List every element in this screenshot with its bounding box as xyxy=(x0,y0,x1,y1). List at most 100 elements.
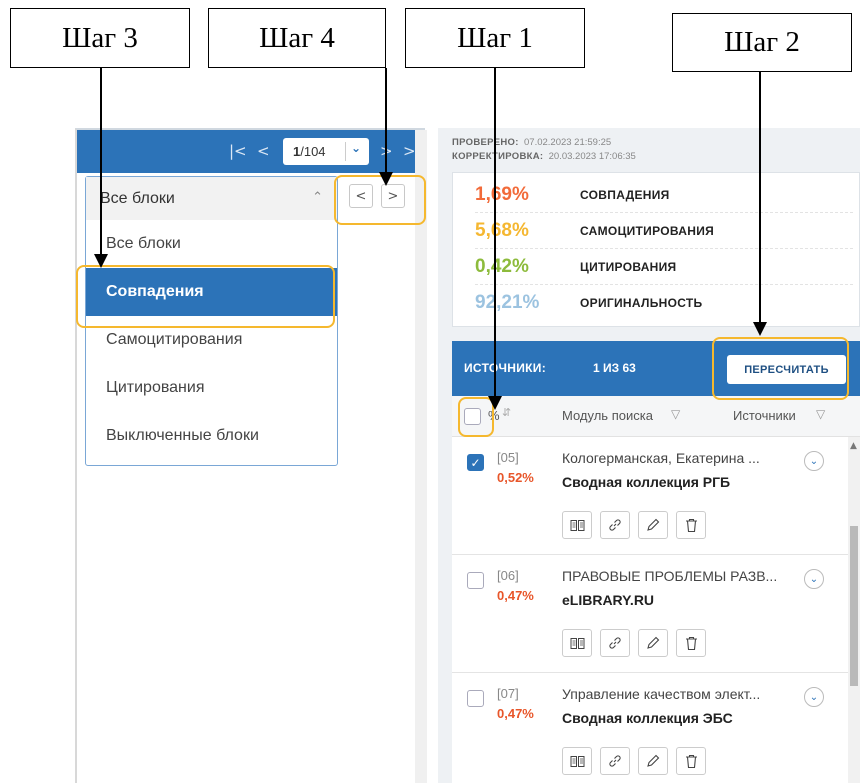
source-index: [05] xyxy=(497,450,519,465)
check-info: ПРОВЕРЕНО: 07.02.2023 21:59:25 КОРРЕКТИР… xyxy=(452,136,636,164)
stats-card: 1,69% СОВПАДЕНИЯ 5,68% САМОЦИТИРОВАНИЯ 0… xyxy=(452,172,860,327)
block-navigation: < > xyxy=(349,184,405,208)
document-viewer-panel: |< < 1 /104 ⌄ > >| Все блоки ⌃ Все блоки… xyxy=(75,128,427,783)
link-icon[interactable] xyxy=(600,747,630,775)
chevron-up-icon: ⌃ xyxy=(312,189,323,204)
sources-count: 1 ИЗ 63 xyxy=(593,361,636,375)
stat-label: ЦИТИРОВАНИЯ xyxy=(580,260,677,274)
sources-scrollbar[interactable]: ▲ xyxy=(848,437,860,783)
stat-value: 1,69% xyxy=(475,184,529,205)
pencil-icon[interactable] xyxy=(638,629,668,657)
column-search-module: Модуль поиска xyxy=(562,408,653,423)
report-panel: ПРОВЕРЕНО: 07.02.2023 21:59:25 КОРРЕКТИР… xyxy=(438,128,860,783)
step-2-arrow xyxy=(759,72,761,324)
stat-citations: 0,42% ЦИТИРОВАНИЯ xyxy=(453,249,860,285)
first-page-icon[interactable]: |< xyxy=(229,142,247,160)
filter-icon[interactable]: ▽ xyxy=(816,407,825,421)
source-collection: Сводная коллекция ЭБС xyxy=(562,710,733,726)
step-1-label: Шаг 1 xyxy=(405,8,585,68)
filter-icon[interactable]: ▽ xyxy=(671,407,680,421)
column-percent[interactable]: % xyxy=(488,408,500,423)
source-percent: 0,47% xyxy=(497,706,534,721)
block-option-all[interactable]: Все блоки xyxy=(86,220,337,268)
source-index: [07] xyxy=(497,686,519,701)
source-percent: 0,47% xyxy=(497,588,534,603)
source-checkbox[interactable] xyxy=(467,572,484,589)
chevron-down-icon[interactable]: ⌄ xyxy=(351,141,361,155)
sort-icon[interactable]: ⇵ xyxy=(502,406,511,419)
trash-icon[interactable] xyxy=(676,511,706,539)
source-checkbox[interactable]: ✓ xyxy=(467,454,484,471)
trash-icon[interactable] xyxy=(676,629,706,657)
source-index: [06] xyxy=(497,568,519,583)
step-3-arrowhead xyxy=(94,254,108,268)
block-filter-dropdown[interactable]: Все блоки ⌃ Все блоки Совпадения Самоцит… xyxy=(85,176,338,466)
pencil-icon[interactable] xyxy=(638,747,668,775)
page-current: 1 xyxy=(293,144,301,159)
pencil-icon[interactable] xyxy=(638,511,668,539)
checked-value: 07.02.2023 21:59:25 xyxy=(524,137,612,148)
prev-page-icon[interactable]: < xyxy=(257,142,270,160)
page-toolbar: |< < 1 /104 ⌄ > >| xyxy=(77,130,427,173)
scroll-up-icon[interactable]: ▲ xyxy=(850,441,857,451)
link-icon[interactable] xyxy=(600,629,630,657)
book-icon[interactable] xyxy=(562,511,592,539)
block-option-disabled[interactable]: Выключенные блоки xyxy=(86,412,337,460)
expand-icon[interactable]: ⌄ xyxy=(804,687,824,707)
source-collection: eLIBRARY.RU xyxy=(562,592,655,608)
block-filter-selected[interactable]: Все блоки ⌃ xyxy=(86,177,337,220)
source-item[interactable]: ✓ [05] 0,52% Кологерманская, Екатерина .… xyxy=(452,437,848,555)
block-option-citations[interactable]: Цитирования xyxy=(86,364,337,412)
step-3-arrow xyxy=(100,68,102,254)
sources-list: ✓ [05] 0,52% Кологерманская, Екатерина .… xyxy=(452,437,848,783)
stat-value: 5,68% xyxy=(475,220,529,241)
source-name[interactable]: Управление качеством элект... xyxy=(562,686,797,702)
page-total: /104 xyxy=(300,144,326,159)
source-percent: 0,52% xyxy=(497,470,534,485)
stat-value: 92,21% xyxy=(475,292,540,313)
expand-icon[interactable]: ⌄ xyxy=(804,451,824,471)
expand-icon[interactable]: ⌄ xyxy=(804,569,824,589)
stat-value: 0,42% xyxy=(475,256,529,277)
block-filter-selected-label: Все блоки xyxy=(100,189,175,207)
source-checkbox[interactable] xyxy=(467,690,484,707)
sources-title: ИСТОЧНИКИ: xyxy=(464,361,547,375)
sources-column-header: % ⇵ Модуль поиска ▽ Источники ▽ xyxy=(452,396,860,437)
page-selector[interactable]: 1 /104 ⌄ xyxy=(283,138,369,165)
chevron-left-icon[interactable]: < xyxy=(349,184,373,208)
scroll-thumb[interactable] xyxy=(850,526,858,686)
step-1-arrow xyxy=(494,68,496,398)
stat-label: СОВПАДЕНИЯ xyxy=(580,188,670,202)
page-selector-divider xyxy=(345,142,346,161)
step-4-arrowhead xyxy=(379,172,393,186)
step-1-arrowhead xyxy=(488,396,502,410)
source-item[interactable]: [06] 0,47% ПРАВОВЫЕ ПРОБЛЕМЫ РАЗВ... eLI… xyxy=(452,555,848,673)
block-option-self-citations[interactable]: Самоцитирования xyxy=(86,316,337,364)
corrected-label: КОРРЕКТИРОВКА: xyxy=(452,151,544,162)
stat-self-citations: 5,68% САМОЦИТИРОВАНИЯ xyxy=(453,213,860,249)
stat-matches: 1,69% СОВПАДЕНИЯ xyxy=(453,177,860,213)
corrected-value: 20.03.2023 17:06:35 xyxy=(548,151,636,162)
source-item[interactable]: [07] 0,47% Управление качеством элект...… xyxy=(452,673,848,783)
stat-label: САМОЦИТИРОВАНИЯ xyxy=(580,224,715,238)
checked-label: ПРОВЕРЕНО: xyxy=(452,137,519,148)
stat-originality: 92,21% ОРИГИНАЛЬНОСТЬ xyxy=(453,285,860,321)
link-icon[interactable] xyxy=(600,511,630,539)
book-icon[interactable] xyxy=(562,629,592,657)
book-icon[interactable] xyxy=(562,747,592,775)
step-2-label: Шаг 2 xyxy=(672,13,852,72)
select-all-checkbox[interactable] xyxy=(464,408,481,425)
step-3-label: Шаг 3 xyxy=(10,8,190,68)
block-option-matches[interactable]: Совпадения xyxy=(86,268,337,316)
stat-label: ОРИГИНАЛЬНОСТЬ xyxy=(580,296,703,310)
panel-divider xyxy=(415,130,427,783)
step-2-arrowhead xyxy=(753,322,767,336)
chevron-right-icon[interactable]: > xyxy=(381,184,405,208)
step-4-label: Шаг 4 xyxy=(208,8,386,68)
trash-icon[interactable] xyxy=(676,747,706,775)
source-collection: Сводная коллекция РГБ xyxy=(562,474,731,490)
recalculate-button[interactable]: ПЕРЕСЧИТАТЬ xyxy=(727,355,846,384)
column-sources: Источники xyxy=(733,408,796,423)
source-name[interactable]: ПРАВОВЫЕ ПРОБЛЕМЫ РАЗВ... xyxy=(562,568,797,584)
source-name[interactable]: Кологерманская, Екатерина ... xyxy=(562,450,797,466)
